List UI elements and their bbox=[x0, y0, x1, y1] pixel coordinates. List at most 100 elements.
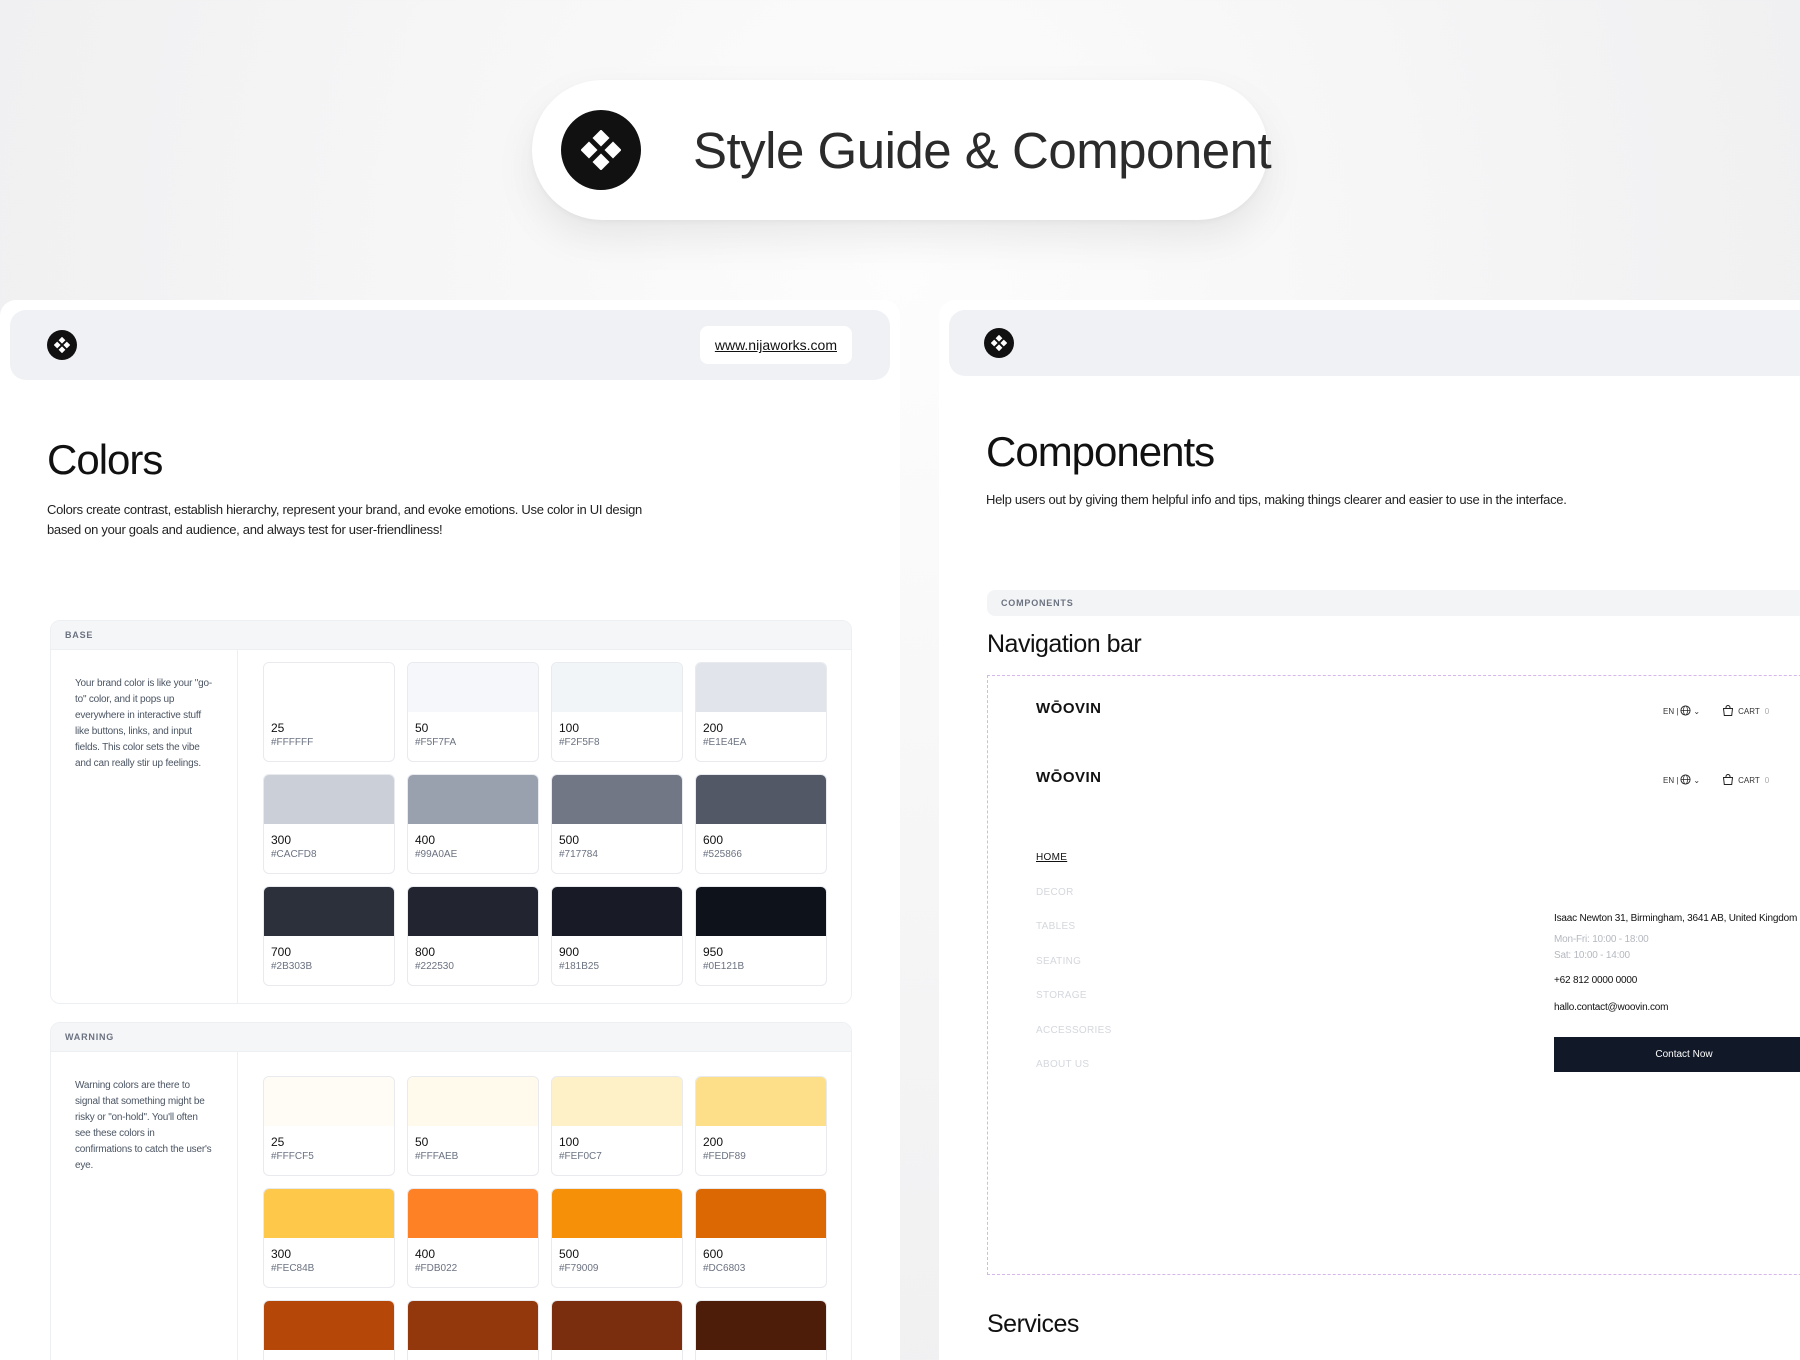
hero-title: Style Guide & Component bbox=[693, 121, 1272, 179]
color-swatch-100: 100 #F2F5F8 bbox=[551, 662, 683, 762]
email-address[interactable]: hallo.contact@woovin.com bbox=[1554, 1002, 1668, 1013]
swatch-color-chip bbox=[264, 663, 394, 712]
components-section-label: COMPONENTS bbox=[987, 590, 1800, 616]
swatch-hex-value: #0E121B bbox=[703, 961, 745, 972]
swatch-shade-label: 200 bbox=[703, 1135, 724, 1149]
swatch-hex-value: #FDB022 bbox=[415, 1263, 458, 1274]
language-selector[interactable]: EN | bbox=[1663, 776, 1678, 785]
swatch-color-chip bbox=[552, 887, 682, 936]
swatch-color-chip bbox=[264, 887, 394, 936]
swatch-color-chip bbox=[264, 1301, 394, 1350]
language-selector[interactable]: EN | bbox=[1663, 707, 1678, 716]
swatch-hex-value: #99A0AE bbox=[415, 849, 458, 860]
color-swatch-50: 50 #F5F7FA bbox=[407, 662, 539, 762]
store-address: Isaac Newton 31, Birmingham, 3641 AB, Un… bbox=[1554, 913, 1798, 924]
swatch-hex-value: #E1E4EA bbox=[703, 737, 747, 748]
swatch-shade-label: 950 bbox=[703, 945, 724, 959]
components-title: Components bbox=[986, 428, 1215, 475]
swatch-color-chip bbox=[408, 887, 538, 936]
swatch-hex-value: #F79009 bbox=[559, 1263, 599, 1274]
base-color-section: BASE Your brand color is like your "go-t… bbox=[50, 620, 852, 1004]
swatch-color-chip bbox=[264, 775, 394, 824]
contact-now-button[interactable]: Contact Now bbox=[1554, 1037, 1800, 1072]
swatch-color-chip bbox=[552, 775, 682, 824]
swatch-hex-value: #F5F7FA bbox=[415, 737, 457, 748]
swatch-shade-label: 700 bbox=[271, 945, 292, 959]
section-note: Warning colors are there to signal that … bbox=[75, 1080, 212, 1171]
color-swatch-50: 50 #FFFAEB bbox=[407, 1076, 539, 1176]
swatch-hex-value: #FEF0C7 bbox=[559, 1151, 602, 1162]
colors-panel: www.nijaworks.com Colors Colors create c… bbox=[0, 300, 900, 1360]
swatch-hex-value: #FEDF89 bbox=[703, 1151, 746, 1162]
swatch-color-chip bbox=[696, 775, 826, 824]
swatch-color-chip bbox=[408, 1077, 538, 1126]
swatch-shade-label: 100 bbox=[559, 1135, 580, 1149]
swatch-shade-label: 25 bbox=[271, 721, 285, 735]
menu-item-seating[interactable]: SEATING bbox=[1036, 956, 1081, 967]
section-heading: BASE bbox=[51, 621, 851, 650]
components-topbar bbox=[949, 310, 1800, 376]
swatch-shade-label: 500 bbox=[559, 1247, 580, 1261]
cart-link[interactable]: CART bbox=[1738, 776, 1760, 785]
color-swatch-500: 500 #717784 bbox=[551, 774, 683, 874]
swatch-color-chip bbox=[552, 1077, 682, 1126]
menu-item-about-us[interactable]: ABOUT US bbox=[1036, 1059, 1089, 1070]
section-note: Your brand color is like your "go-to" co… bbox=[75, 678, 213, 769]
color-swatch-partial bbox=[551, 1300, 683, 1360]
nav-actions: EN | ⌄ CART 0 bbox=[1663, 705, 1769, 718]
brand-wordmark[interactable]: WŌOVIN bbox=[1036, 700, 1102, 717]
brand-wordmark[interactable]: WŌOVIN bbox=[1036, 769, 1102, 786]
components-description: Help users out by giving them helpful in… bbox=[986, 492, 1567, 507]
swatch-shade-label: 25 bbox=[271, 1135, 285, 1149]
color-swatch-partial bbox=[263, 1300, 395, 1360]
swatch-hex-value: #222530 bbox=[415, 961, 454, 972]
swatch-shade-label: 800 bbox=[415, 945, 436, 959]
color-swatch-500: 500 #F79009 bbox=[551, 1188, 683, 1288]
cart-count: 0 bbox=[1764, 707, 1770, 716]
color-swatch-400: 400 #99A0AE bbox=[407, 774, 539, 874]
components-panel: Components Help users out by giving them… bbox=[939, 300, 1800, 1360]
swatch-color-chip bbox=[264, 1077, 394, 1126]
swatch-shade-label: 50 bbox=[415, 1135, 429, 1149]
swatch-color-chip bbox=[696, 1189, 826, 1238]
hero-pill: Style Guide & Component bbox=[532, 80, 1272, 220]
color-swatch-700: 700 #2B303B bbox=[263, 886, 395, 986]
topbar-logo-icon bbox=[47, 330, 77, 360]
color-swatch-300: 300 #FEC84B bbox=[263, 1188, 395, 1288]
phone-number[interactable]: +62 812 0000 0000 bbox=[1554, 975, 1637, 986]
cart-link[interactable]: CART bbox=[1738, 707, 1760, 716]
topbar-logo-icon bbox=[984, 328, 1014, 358]
base-swatch-grid: 25 #FFFFFF 50 #F5F7FA 100 #F2F5F8 200 #E1E4EA 30… bbox=[263, 662, 827, 986]
swatch-color-chip bbox=[408, 663, 538, 712]
swatch-color-chip bbox=[696, 887, 826, 936]
menu-item-home[interactable]: HOME bbox=[1036, 852, 1067, 863]
color-swatch-25: 25 #FFFFFF bbox=[263, 662, 395, 762]
color-swatch-800: 800 #222530 bbox=[407, 886, 539, 986]
chevron-down-icon: ⌄ bbox=[1693, 707, 1701, 716]
swatch-hex-value: #FFFAEB bbox=[415, 1151, 459, 1162]
globe-icon bbox=[1680, 774, 1691, 787]
hours-weekday: Mon-Fri: 10:00 - 18:00 bbox=[1554, 934, 1649, 945]
swatch-shade-label: 600 bbox=[703, 1247, 724, 1261]
menu-item-accessories[interactable]: ACCESSORIES bbox=[1036, 1025, 1112, 1036]
color-swatch-partial bbox=[407, 1300, 539, 1360]
swatch-hex-value: #CACFD8 bbox=[271, 849, 317, 860]
color-swatch-400: 400 #FDB022 bbox=[407, 1188, 539, 1288]
color-swatch-25: 25 #FFFCF5 bbox=[263, 1076, 395, 1176]
menu-item-tables[interactable]: TABLES bbox=[1036, 921, 1075, 932]
swatch-color-chip bbox=[696, 663, 826, 712]
shopping-bag-icon[interactable] bbox=[1722, 705, 1734, 718]
shopping-bag-icon[interactable] bbox=[1722, 774, 1734, 787]
menu-item-decor[interactable]: DECOR bbox=[1036, 887, 1074, 898]
color-swatch-600: 600 #525866 bbox=[695, 774, 827, 874]
menu-item-storage[interactable]: STORAGE bbox=[1036, 990, 1087, 1001]
swatch-hex-value: #525866 bbox=[703, 849, 742, 860]
color-swatch-900: 900 #181B25 bbox=[551, 886, 683, 986]
color-swatch-600: 600 #DC6803 bbox=[695, 1188, 827, 1288]
section-heading: WARNING bbox=[51, 1023, 851, 1052]
swatch-hex-value: #F2F5F8 bbox=[559, 737, 600, 748]
swatch-shade-label: 300 bbox=[271, 1247, 292, 1261]
website-link[interactable]: www.nijaworks.com bbox=[699, 326, 852, 364]
swatch-color-chip bbox=[552, 1301, 682, 1350]
colors-topbar: www.nijaworks.com bbox=[10, 310, 890, 380]
